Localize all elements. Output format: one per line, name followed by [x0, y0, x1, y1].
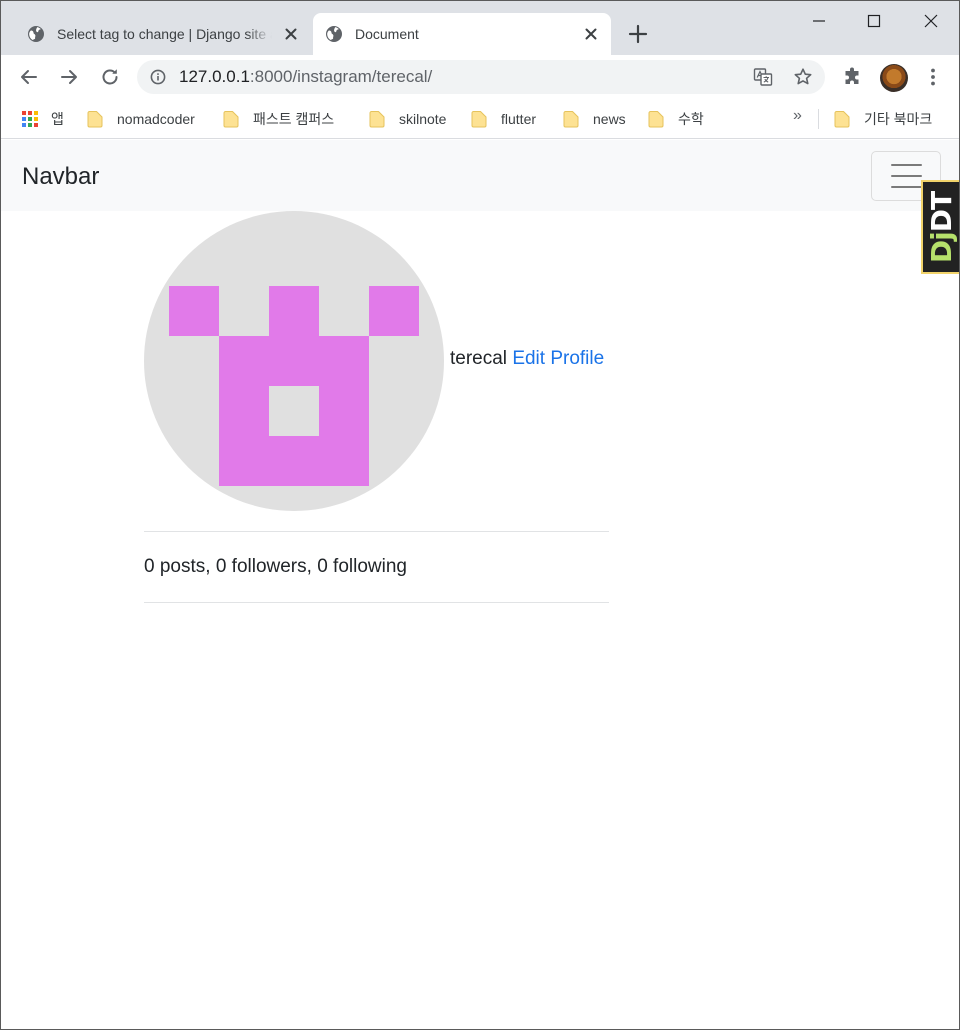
- folder-icon: [563, 111, 579, 128]
- close-tab-icon[interactable]: [583, 26, 599, 42]
- hamburger-icon: [891, 164, 922, 188]
- extensions-puzzle-icon[interactable]: [841, 65, 865, 89]
- browser-window: Select tag to change | Django site admin…: [0, 0, 960, 1030]
- translate-icon[interactable]: [753, 67, 773, 87]
- bookmark-apps[interactable]: 앱: [21, 109, 64, 129]
- bookmark-other-bookmarks[interactable]: 기타 북마크: [834, 109, 932, 129]
- tab-title: Document: [355, 26, 419, 42]
- bookmark-news[interactable]: news: [563, 109, 626, 129]
- tab-document[interactable]: Document: [313, 13, 611, 55]
- browser-toolbar: 127.0.0.1:8000/instagram/terecal/: [1, 55, 959, 99]
- django-debug-toolbar-handle[interactable]: DjDT: [921, 180, 959, 274]
- profile-username: terecal: [450, 348, 508, 369]
- bookmark-label: 수학: [678, 111, 704, 127]
- info-icon[interactable]: [150, 69, 166, 85]
- bookmark-label: 앱: [51, 111, 64, 127]
- profile-avatar-image: [144, 211, 444, 511]
- identicon-avatar: [169, 286, 419, 486]
- profile-avatar-icon[interactable]: [880, 64, 908, 92]
- folder-icon: [87, 111, 103, 128]
- profile-username-line: terecal Edit Profile: [450, 347, 604, 371]
- page-content: Navbar DjDT terecal Edit Profile 0 posts…: [1, 140, 959, 1029]
- globe-icon: [326, 26, 342, 42]
- bookmark-label: news: [593, 111, 626, 127]
- more-bookmarks-chevron[interactable]: »: [793, 107, 802, 125]
- bookmark-label: 기타 북마크: [864, 111, 933, 127]
- tab-title: Select tag to change | Django site admin: [57, 26, 272, 42]
- bookmark-label: nomadcoder: [117, 111, 195, 127]
- reload-icon[interactable]: [98, 65, 122, 89]
- folder-icon: [648, 111, 664, 128]
- close-window-icon[interactable]: [919, 9, 943, 33]
- bookmarks-bar: 앱 nomadcoder 패스트 캠퍼스 skilnote flutter ne…: [1, 99, 959, 139]
- divider-bottom: [144, 602, 609, 603]
- apps-grid-icon: [22, 111, 38, 127]
- divider-top: [144, 531, 609, 532]
- profile-stats: 0 posts, 0 followers, 0 following: [144, 556, 407, 577]
- bookmark-flutter[interactable]: flutter: [471, 109, 536, 129]
- folder-icon: [369, 111, 385, 128]
- bookmark-label: skilnote: [399, 111, 447, 127]
- forward-arrow-icon[interactable]: [57, 65, 81, 89]
- maximize-icon[interactable]: [862, 9, 886, 33]
- url-host: 127.0.0.1: [179, 67, 250, 86]
- globe-icon: [28, 26, 44, 42]
- folder-icon: [223, 111, 239, 128]
- url-path: :8000/instagram/terecal/: [249, 67, 433, 86]
- star-bookmark-icon[interactable]: [793, 67, 813, 87]
- close-tab-icon[interactable]: [283, 26, 299, 42]
- kebab-menu-icon[interactable]: [921, 65, 945, 89]
- folder-icon: [471, 111, 487, 128]
- navbar: Navbar: [1, 140, 959, 211]
- tab-django-admin[interactable]: Select tag to change | Django site admin: [15, 13, 311, 55]
- bookmark-nomadcoder[interactable]: nomadcoder: [87, 109, 195, 129]
- bookmark-skilnote[interactable]: skilnote: [369, 109, 446, 129]
- address-bar[interactable]: 127.0.0.1:8000/instagram/terecal/: [137, 60, 825, 94]
- bookmark-math[interactable]: 수학: [648, 109, 704, 129]
- bookmark-label: 패스트 캠퍼스: [253, 111, 335, 127]
- folder-icon: [834, 111, 850, 128]
- new-tab-plus-icon[interactable]: [627, 23, 649, 45]
- bookmark-label: flutter: [501, 111, 537, 127]
- url-text[interactable]: 127.0.0.1:8000/instagram/terecal/: [179, 68, 432, 86]
- djdt-logo: DjDT: [925, 191, 959, 263]
- bookmarks-divider: [818, 109, 819, 129]
- back-arrow-icon[interactable]: [17, 65, 41, 89]
- edit-profile-link[interactable]: Edit Profile: [512, 348, 604, 369]
- bookmark-fastcampus[interactable]: 패스트 캠퍼스: [223, 109, 334, 129]
- tab-strip: Select tag to change | Django site admin…: [1, 1, 959, 55]
- minimize-icon[interactable]: [807, 9, 831, 33]
- navbar-brand[interactable]: Navbar: [22, 163, 99, 191]
